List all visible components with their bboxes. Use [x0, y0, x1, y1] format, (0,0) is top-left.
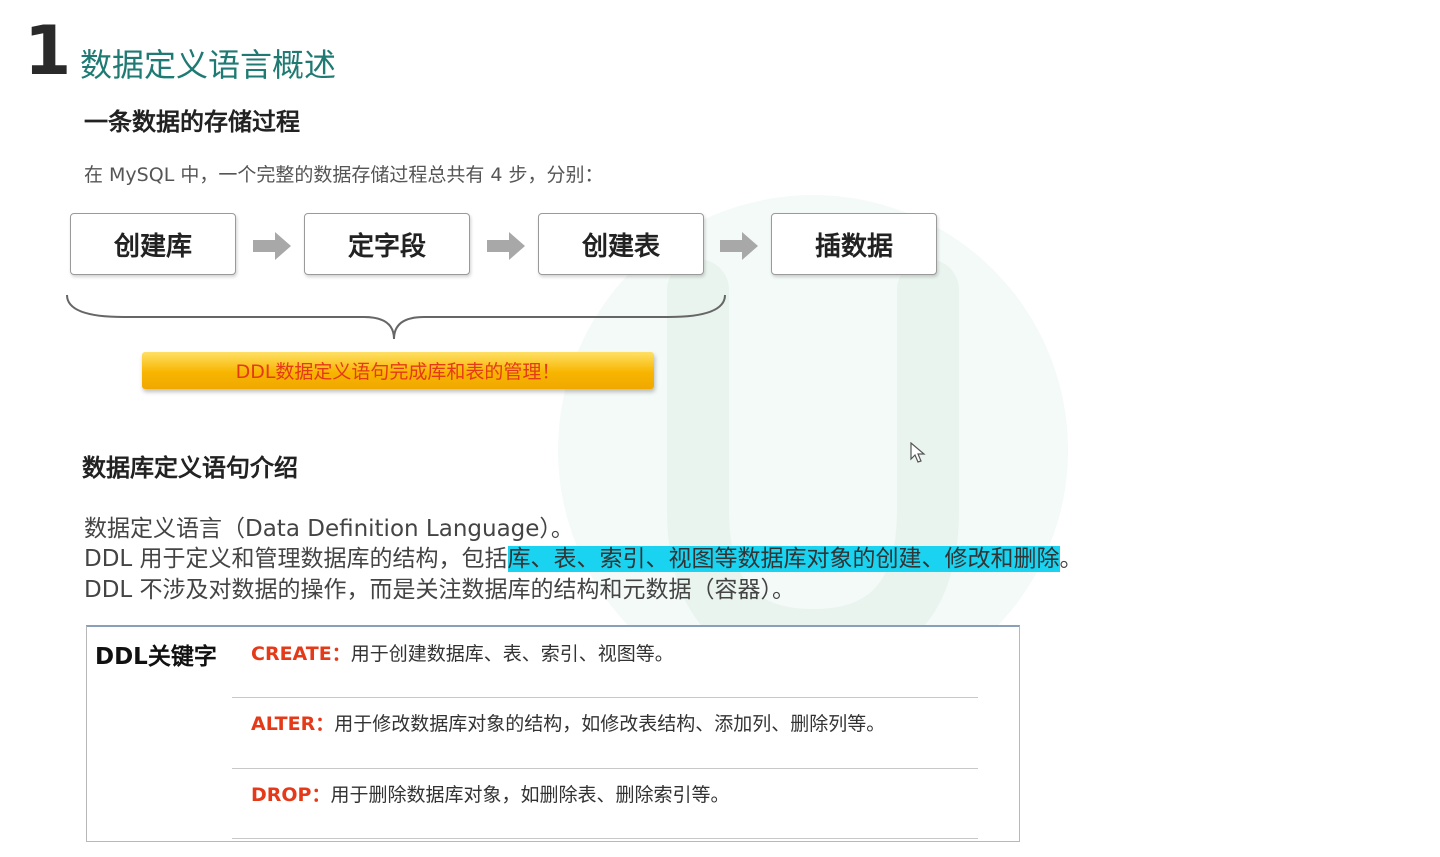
arrow-right-icon [253, 232, 291, 260]
row-divider [232, 838, 978, 839]
keyword-description: 用于创建数据库、表、索引、视图等。 [350, 643, 674, 665]
highlighted-text: 库、表、索引、视图等数据库对象的创建、修改和删除 [507, 546, 1060, 572]
curly-brace-icon [66, 294, 726, 340]
ddl-intro-line-2-prefix: DDL 用于定义和管理数据库的结构，包括 [84, 546, 508, 572]
ddl-intro-line-3: DDL 不涉及对数据的操作，而是关注数据库的结构和元数据（容器）。 [84, 577, 796, 603]
arrow-right-icon [720, 232, 758, 260]
step-create-table: 创建表 [538, 213, 704, 275]
keyword-description: 用于修改数据库对象的结构，如修改表结构、添加列、删除列等。 [334, 713, 886, 735]
keyword-name: DROP： [251, 784, 331, 806]
keyword-row-create: CREATE：用于创建数据库、表、索引、视图等。 [251, 639, 674, 666]
arrow-right-icon [487, 232, 525, 260]
ddl-intro-line-1: 数据定义语言（Data Definition Language）。 [84, 516, 574, 542]
keyword-name: CREATE： [251, 643, 351, 665]
ddl-intro-heading: 数据库定义语句介绍 [82, 454, 298, 482]
step-insert-data: 插数据 [771, 213, 937, 275]
storage-intro: 在 MySQL 中，一个完整的数据存储过程总共有 4 步，分别： [84, 164, 604, 186]
keyword-row-alter: ALTER：用于修改数据库对象的结构，如修改表结构、添加列、删除列等。 [251, 709, 885, 736]
ddl-intro-line-2-suffix: 。 [1059, 546, 1083, 572]
keyword-name: ALTER： [251, 713, 335, 735]
keyword-description: 用于删除数据库对象，如删除表、删除索引等。 [330, 784, 730, 806]
page-title: 数据定义语言概述 [80, 46, 337, 84]
row-divider [232, 768, 978, 769]
storage-heading: 一条数据的存储过程 [84, 108, 300, 136]
step-create-database: 创建库 [70, 213, 236, 275]
ddl-intro-line-2: DDL 用于定义和管理数据库的结构，包括库、表、索引、视图等数据库对象的创建、修… [84, 546, 1083, 574]
ddl-keyword-table: DDL关键字 CREATE：用于创建数据库、表、索引、视图等。 ALTER：用于… [86, 625, 1020, 842]
section-number: 1 [24, 12, 71, 91]
keyword-table-heading: DDL关键字 [95, 644, 217, 670]
ddl-banner: DDL数据定义语句完成库和表的管理！ [142, 352, 654, 389]
top-right-mark [1262, 0, 1432, 6]
step-define-fields: 定字段 [304, 213, 470, 275]
keyword-row-drop: DROP：用于删除数据库对象，如删除表、删除索引等。 [251, 780, 730, 807]
mouse-cursor-icon [910, 442, 926, 463]
row-divider [232, 697, 978, 698]
